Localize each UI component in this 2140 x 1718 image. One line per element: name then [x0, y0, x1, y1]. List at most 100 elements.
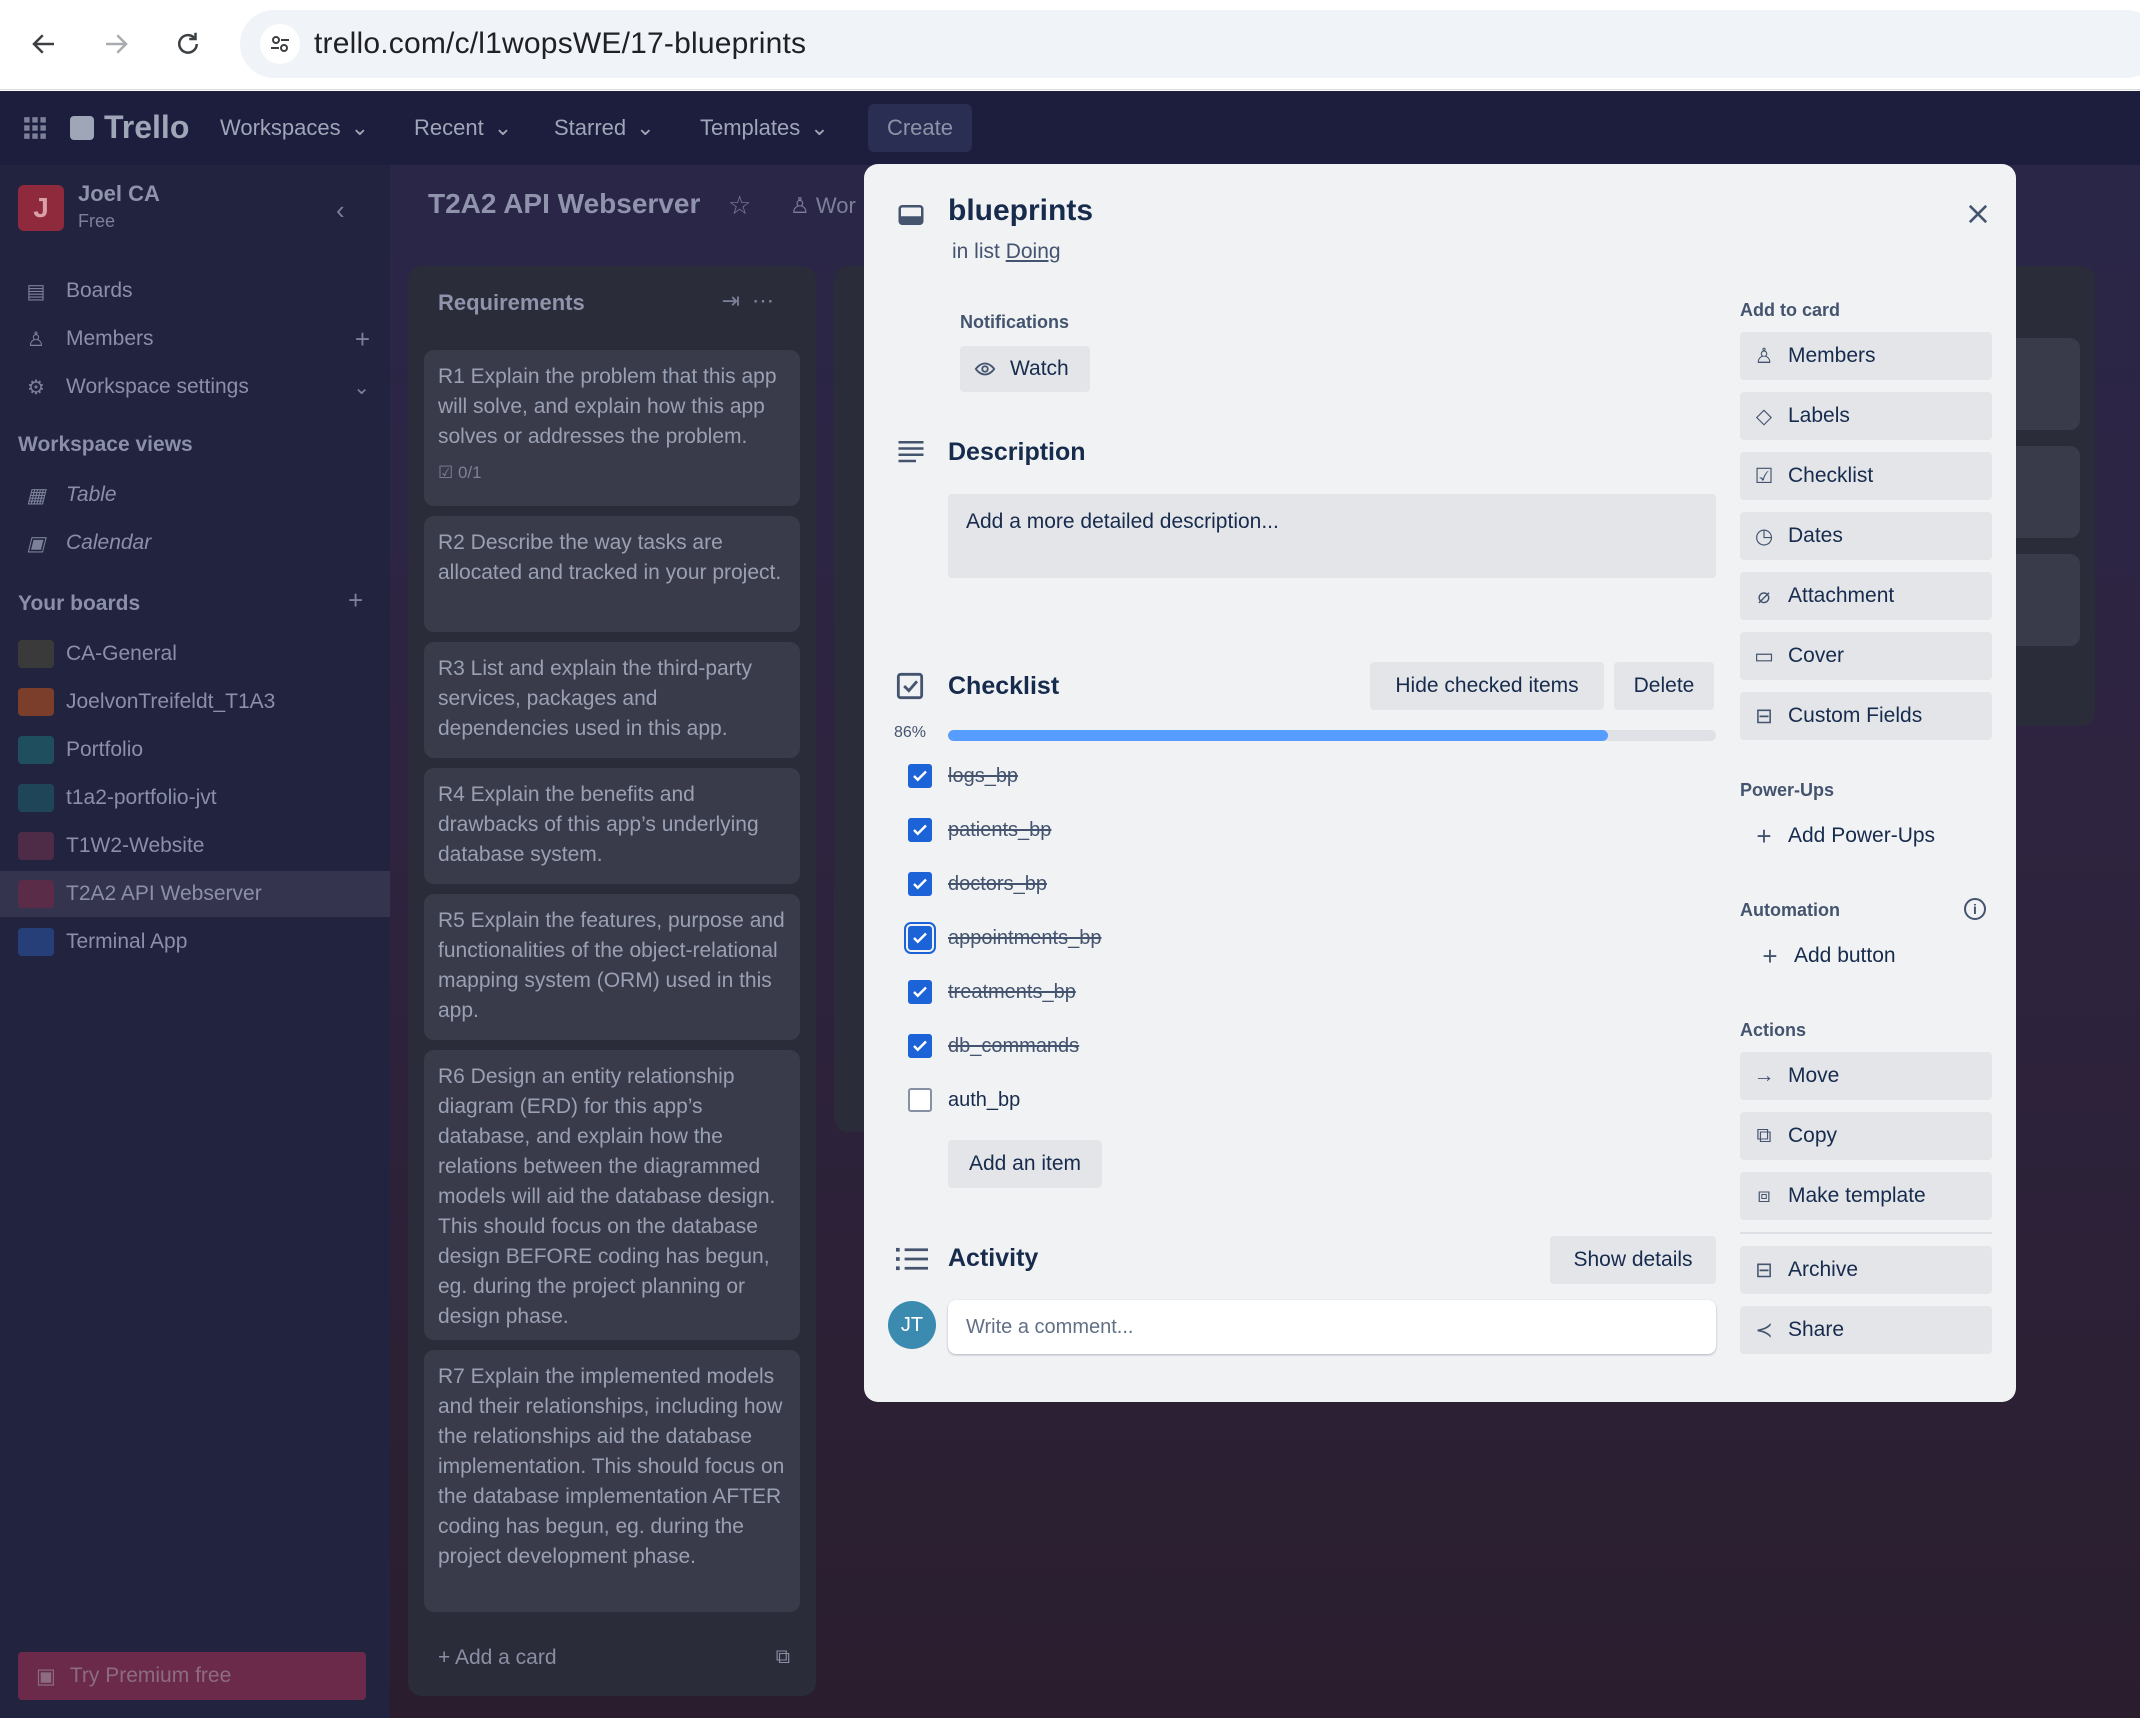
- checklist-item[interactable]: doctors_bp: [896, 862, 1716, 906]
- checklist-item[interactable]: auth_bp: [896, 1078, 1716, 1122]
- nav-workspaces[interactable]: Workspaces ⌄: [220, 91, 369, 165]
- site-settings-icon[interactable]: [260, 24, 300, 64]
- sidebar-board-t1a2[interactable]: t1a2-portfolio-jvt: [0, 775, 390, 821]
- sidebar-item-workspace-settings[interactable]: ⚙ Workspace settings ⌄: [0, 365, 390, 409]
- add-member-icon[interactable]: +: [355, 324, 370, 355]
- add-power-ups-button[interactable]: + Add Power-Ups: [1740, 812, 1992, 860]
- archive-button[interactable]: ⊟ Archive: [1740, 1246, 1992, 1294]
- url-text[interactable]: trello.com/c/l1wopsWE/17-blueprints: [314, 27, 806, 61]
- star-icon[interactable]: ☆: [728, 190, 751, 221]
- checklist-item-label[interactable]: appointments_bp: [948, 927, 1101, 950]
- hide-checked-items-button[interactable]: Hide checked items: [1370, 662, 1604, 710]
- checkbox-checked[interactable]: [908, 1034, 932, 1058]
- checklist-item[interactable]: treatments_bp: [896, 970, 1716, 1014]
- info-icon[interactable]: i: [1964, 898, 1986, 920]
- sidebar-item-members[interactable]: ♙ Members +: [0, 317, 390, 361]
- app-switcher-icon[interactable]: [22, 115, 48, 141]
- checkbox-unchecked[interactable]: [908, 1088, 932, 1112]
- share-button[interactable]: ≺ Share: [1740, 1306, 1992, 1354]
- checklist-button[interactable]: ☑ Checklist: [1740, 452, 1992, 500]
- collapse-list-icon[interactable]: ⇥: [722, 288, 752, 313]
- add-button-button[interactable]: + Add button: [1746, 932, 1998, 980]
- description-field[interactable]: Add a more detailed description...: [948, 494, 1716, 578]
- create-button[interactable]: Create: [868, 104, 972, 152]
- trello-logo[interactable]: Trello: [70, 109, 189, 146]
- activity-heading: Activity: [948, 1244, 1039, 1272]
- members-button[interactable]: ♙ Members: [1740, 332, 1992, 380]
- checkbox-checked[interactable]: [904, 922, 936, 954]
- cover-button[interactable]: ▭ Cover: [1740, 632, 1992, 680]
- back-button[interactable]: [20, 20, 68, 68]
- forward-button[interactable]: [92, 20, 140, 68]
- list-card[interactable]: R7 Explain the implemented models and th…: [424, 1350, 800, 1612]
- show-details-button[interactable]: Show details: [1550, 1236, 1716, 1284]
- copy-button[interactable]: ⧉ Copy: [1740, 1112, 1992, 1160]
- checkbox-checked[interactable]: [908, 980, 932, 1004]
- list-card[interactable]: R4 Explain the benefits and drawbacks of…: [424, 768, 800, 884]
- checklist-item-label[interactable]: treatments_bp: [948, 981, 1076, 1004]
- more-options-icon[interactable]: ⋯: [752, 288, 786, 313]
- card-template-icon[interactable]: ⧉: [776, 1646, 790, 1669]
- nav-recent[interactable]: Recent ⌄: [414, 91, 512, 165]
- labels-button[interactable]: ◇ Labels: [1740, 392, 1992, 440]
- reload-button[interactable]: [164, 20, 212, 68]
- checklist-item-label[interactable]: doctors_bp: [948, 873, 1047, 896]
- chevron-down-icon[interactable]: ⌄: [353, 375, 370, 400]
- nav-starred[interactable]: Starred ⌄: [554, 91, 655, 165]
- make-template-button[interactable]: ⧈ Make template: [1740, 1172, 1992, 1220]
- nav-templates[interactable]: Templates ⌄: [700, 91, 829, 165]
- sidebar-board-terminal-app[interactable]: Terminal App: [0, 919, 390, 965]
- add-board-icon[interactable]: +: [348, 585, 363, 616]
- custom-fields-button[interactable]: ⊟ Custom Fields: [1740, 692, 1992, 740]
- chevron-down-icon: ⌄: [350, 115, 370, 140]
- try-premium-button[interactable]: ▣ Try Premium free: [18, 1652, 366, 1700]
- sidebar-board-t1a3[interactable]: JoelvonTreifeldt_T1A3: [0, 679, 390, 725]
- avatar[interactable]: JT: [888, 1301, 936, 1349]
- card-title[interactable]: blueprints: [948, 194, 1093, 228]
- checkbox-checked[interactable]: [908, 818, 932, 842]
- description-icon: [898, 441, 924, 463]
- list-card[interactable]: R2 Describe the way tasks are allocated …: [424, 516, 800, 632]
- person-icon: ♙: [1754, 344, 1774, 368]
- add-card-button[interactable]: + Add a card: [438, 1646, 557, 1670]
- sidebar-board-t2a2[interactable]: T2A2 API Webserver: [0, 871, 390, 917]
- add-checklist-item-button[interactable]: Add an item: [948, 1140, 1102, 1188]
- table-icon: ▦: [26, 484, 46, 507]
- checklist-item-label[interactable]: db_commands: [948, 1035, 1079, 1058]
- list-card[interactable]: R1 Explain the problem that this app wil…: [424, 350, 800, 506]
- board-title[interactable]: T2A2 API Webserver: [428, 188, 700, 220]
- checklist-item[interactable]: appointments_bp: [896, 916, 1716, 960]
- watch-button[interactable]: Watch: [960, 346, 1090, 392]
- list-title[interactable]: Requirements: [438, 290, 585, 316]
- comment-input[interactable]: Write a comment...: [948, 1300, 1716, 1354]
- checklist-item[interactable]: db_commands: [896, 1024, 1716, 1068]
- board-thumbnail: [18, 736, 54, 764]
- move-button[interactable]: → Move: [1740, 1052, 1992, 1100]
- list-card[interactable]: R5 Explain the features, purpose and fun…: [424, 894, 800, 1040]
- checklist-item[interactable]: logs_bp: [896, 754, 1716, 798]
- dates-button[interactable]: ◷ Dates: [1740, 512, 1992, 560]
- sidebar-item-table[interactable]: ▦ Table: [0, 473, 390, 517]
- checklist-item-label[interactable]: patients_bp: [948, 819, 1051, 842]
- delete-checklist-button[interactable]: Delete: [1614, 662, 1714, 710]
- checklist-item-label[interactable]: logs_bp: [948, 765, 1018, 788]
- checkbox-checked[interactable]: [908, 872, 932, 896]
- list-card[interactable]: R6 Design an entity relationship diagram…: [424, 1050, 800, 1340]
- collapse-sidebar-icon[interactable]: ‹: [336, 195, 345, 226]
- sidebar-item-boards[interactable]: ▤ Boards: [0, 269, 390, 313]
- checklist-item[interactable]: patients_bp: [896, 808, 1716, 852]
- list-link[interactable]: Doing: [1006, 240, 1061, 263]
- address-bar[interactable]: trello.com/c/l1wopsWE/17-blueprints: [240, 10, 2140, 78]
- list-card[interactable]: R3 List and explain the third-party serv…: [424, 642, 800, 758]
- close-button[interactable]: [1954, 190, 2002, 238]
- sidebar-board-t1w2[interactable]: T1W2-Website: [0, 823, 390, 869]
- attachment-button[interactable]: ⌀ Attachment: [1740, 572, 1992, 620]
- sidebar-item-calendar[interactable]: ▣ Calendar: [0, 521, 390, 565]
- checkbox-checked[interactable]: [908, 764, 932, 788]
- board-visibility[interactable]: ♙ Wor: [790, 193, 856, 219]
- trello-logo-icon: [70, 115, 94, 140]
- checklist-heading[interactable]: Checklist: [948, 672, 1059, 701]
- checklist-item-label[interactable]: auth_bp: [948, 1089, 1020, 1112]
- sidebar-board-ca-general[interactable]: CA-General: [0, 631, 390, 677]
- sidebar-board-portfolio[interactable]: Portfolio: [0, 727, 390, 773]
